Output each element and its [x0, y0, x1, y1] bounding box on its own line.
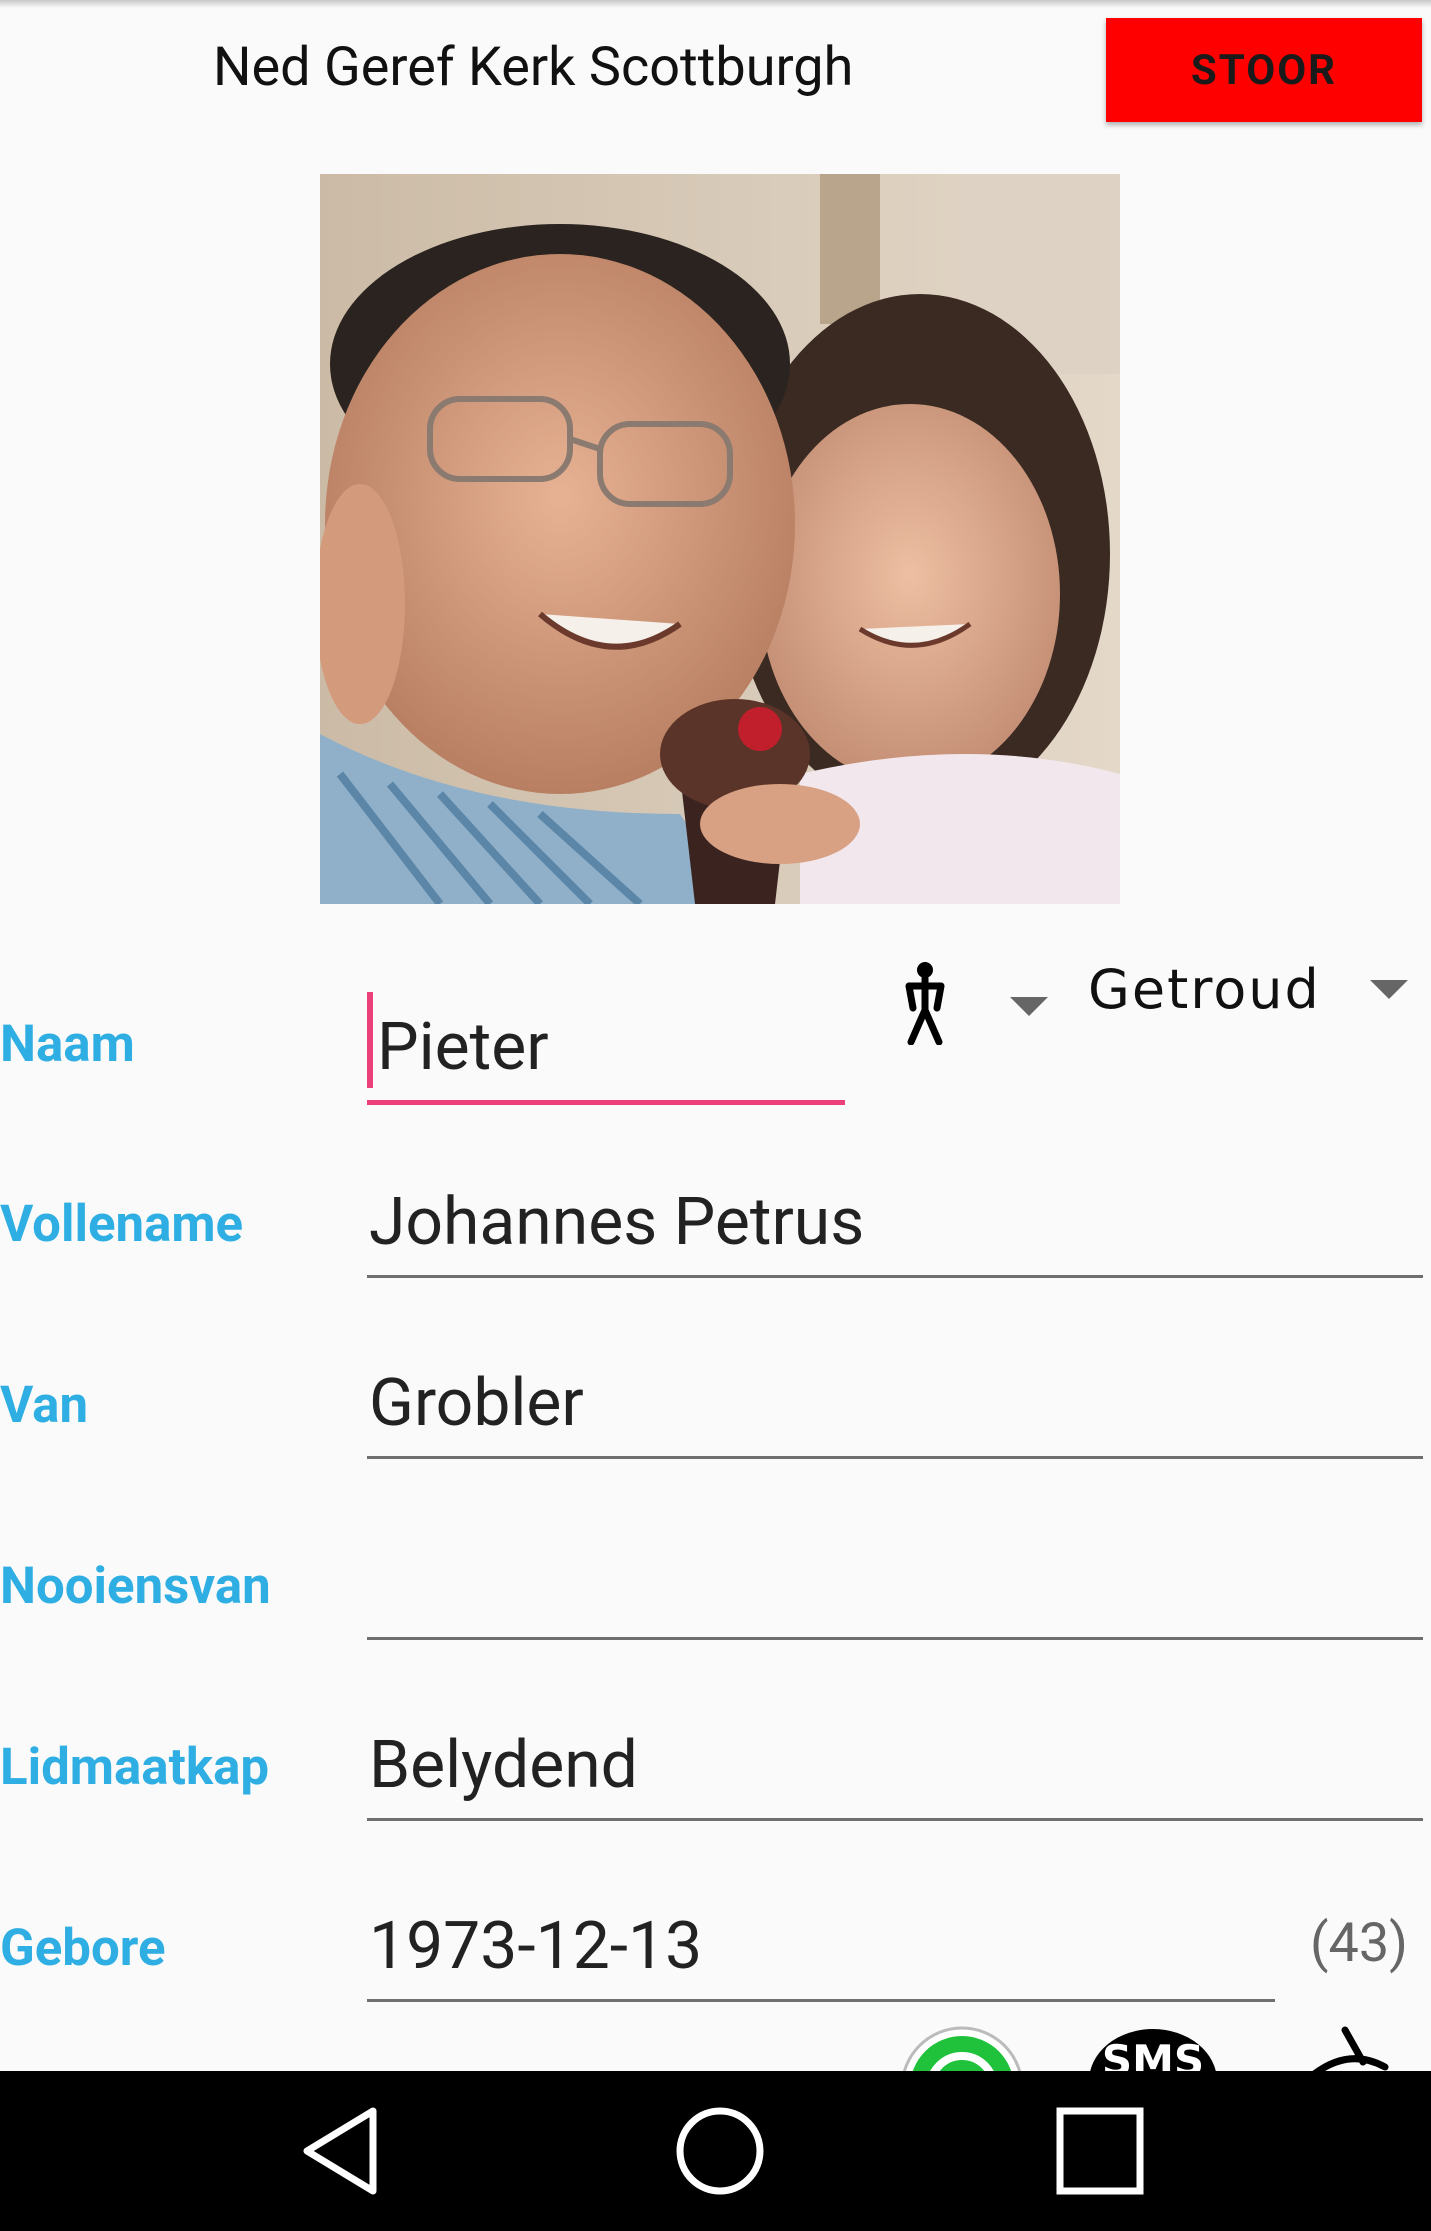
chevron-down-icon: [1010, 997, 1048, 1016]
recents-icon: [1056, 2107, 1144, 2195]
sms-button[interactable]: SMS: [1088, 2026, 1218, 2071]
app-title: Ned Geref Kerk Scottburgh: [213, 36, 854, 99]
chevron-down-icon: [1370, 980, 1408, 999]
whatsapp-icon: [902, 2026, 1022, 2071]
vollename-value: Johannes Petrus: [369, 1184, 865, 1261]
gebore-label: Gebore: [0, 1919, 166, 1978]
home-icon: [676, 2107, 764, 2195]
navigation-bar: [0, 2071, 1431, 2231]
whatsapp-button[interactable]: [900, 2026, 1025, 2071]
gender-spinner[interactable]: [890, 955, 1060, 1045]
nooiensvan-input[interactable]: [367, 1557, 1423, 1640]
nav-home-button[interactable]: [640, 2071, 800, 2231]
gebore-value: 1973-12-13: [369, 1908, 703, 1985]
person-icon: [905, 962, 945, 1045]
van-value: Grobler: [369, 1365, 584, 1442]
vollename-label: Vollename: [0, 1195, 244, 1254]
naam-input[interactable]: Pieter: [367, 992, 845, 1105]
lidmaatskap-value: Belydend: [369, 1727, 638, 1804]
back-icon: [303, 2107, 377, 2195]
lidmaatskap-input[interactable]: Belydend: [367, 1727, 1423, 1821]
nooiensvan-label: Nooiensvan: [0, 1557, 271, 1616]
van-label: Van: [0, 1376, 89, 1435]
age-badge: (43): [1310, 1912, 1408, 1975]
van-input[interactable]: Grobler: [367, 1365, 1423, 1459]
profile-photo[interactable]: [320, 174, 1120, 904]
naam-value: Pieter: [377, 1009, 549, 1086]
phone-button[interactable]: [1285, 2022, 1395, 2071]
stoor-button[interactable]: STOOR: [1106, 18, 1422, 122]
lidmaatskap-label: Lidmaatkap: [0, 1738, 270, 1797]
gebore-input[interactable]: 1973-12-13: [367, 1908, 1275, 2002]
marital-status-value: Getroud: [1088, 958, 1321, 1021]
text-cursor: [367, 992, 373, 1088]
phone-icon: [1312, 2026, 1389, 2071]
nav-recents-button[interactable]: [1020, 2071, 1180, 2231]
vollename-input[interactable]: Johannes Petrus: [367, 1184, 1423, 1278]
nav-back-button[interactable]: [260, 2071, 420, 2231]
profile-photo-image: [320, 174, 1120, 904]
sms-label: SMS: [1101, 2036, 1205, 2071]
naam-label: Naam: [0, 1015, 135, 1074]
status-shadow: [0, 0, 1431, 8]
